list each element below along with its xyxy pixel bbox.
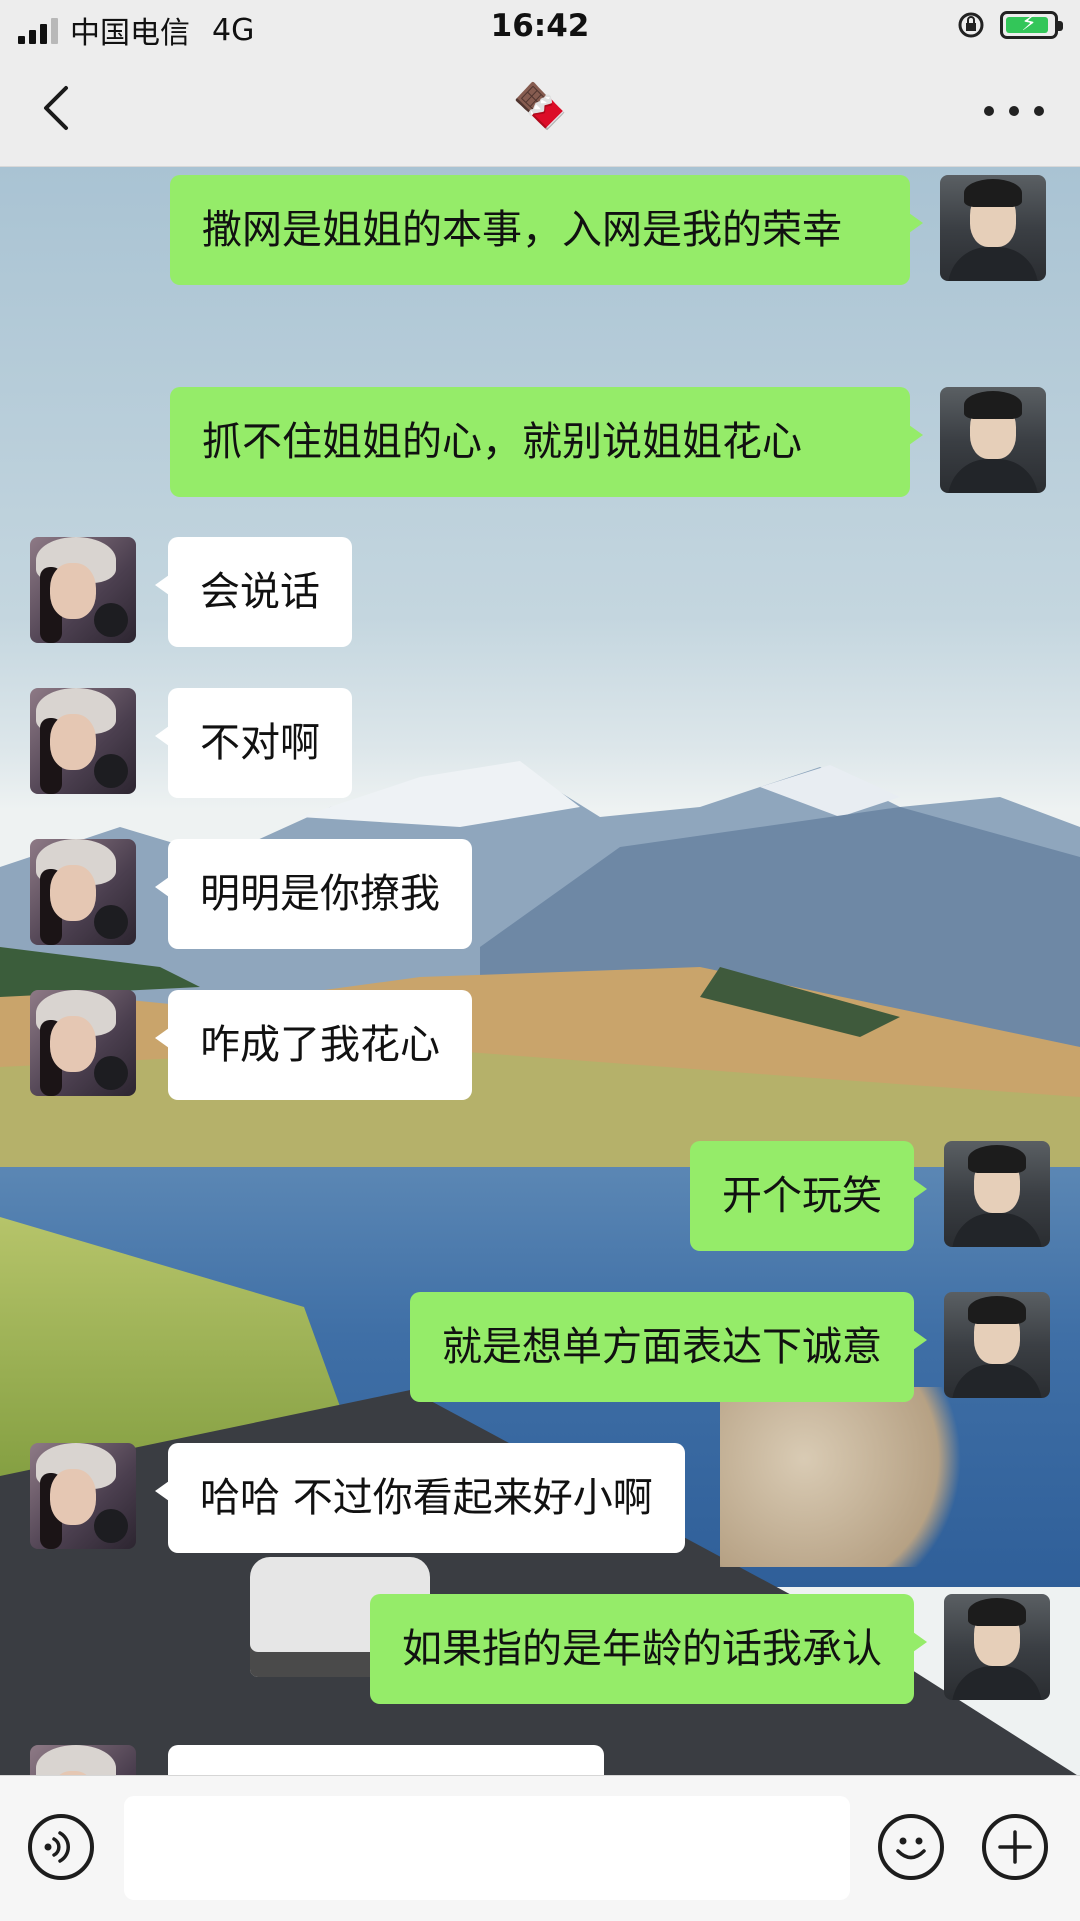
- contact-avatar[interactable]: [30, 990, 136, 1096]
- chat-header: 🍫: [0, 56, 1080, 167]
- orientation-lock-icon: [958, 12, 984, 38]
- message-bubble[interactable]: 就是想单方面表达下诚意: [410, 1292, 927, 1402]
- battery-icon: ⚡: [1000, 11, 1063, 39]
- message-input[interactable]: [124, 1796, 850, 1900]
- status-right: ⚡: [956, 10, 1063, 40]
- my-avatar[interactable]: [940, 175, 1046, 281]
- message-bubble[interactable]: 抓不住姐姐的心，就别说姐姐花心: [170, 387, 923, 497]
- message-bubble[interactable]: 开个玩笑: [690, 1141, 927, 1251]
- plus-button[interactable]: [982, 1814, 1048, 1880]
- contact-avatar[interactable]: [30, 537, 136, 643]
- input-bar: [0, 1775, 1080, 1921]
- message-row: 撒网是姐姐的本事，入网是我的荣幸: [170, 175, 1046, 285]
- message-bubble[interactable]: 不对啊: [155, 688, 352, 798]
- message-bubble[interactable]: 咋成了我花心: [155, 990, 472, 1100]
- clock: 16:42: [490, 8, 590, 44]
- more-dots-icon: [984, 106, 994, 116]
- message-row: 如果指的是年龄的话我承认: [370, 1594, 1050, 1704]
- status-bar: 中国电信 4G 16:42 ⚡: [0, 0, 1080, 56]
- contact-avatar[interactable]: [30, 1745, 136, 1775]
- my-avatar[interactable]: [944, 1594, 1050, 1700]
- emoji-button[interactable]: [878, 1814, 944, 1880]
- more-button[interactable]: [984, 86, 1044, 136]
- message-row: 开个玩笑: [690, 1141, 1050, 1251]
- chat-area[interactable]: 撒网是姐姐的本事，入网是我的荣幸 抓不住姐姐的心，就别说姐姐花心 会说话 不对啊…: [0, 167, 1080, 1775]
- my-avatar[interactable]: [944, 1292, 1050, 1398]
- emoji-icon: [896, 1837, 926, 1860]
- message-row: 咋成了我花心: [30, 990, 472, 1100]
- message-bubble[interactable]: 哈哈 不过你看起来好小啊: [155, 1443, 685, 1553]
- plus-icon: [998, 1830, 1032, 1864]
- message-row-partial: [30, 1745, 604, 1775]
- message-bubble[interactable]: 会说话: [155, 537, 352, 647]
- message-row: 不对啊: [30, 688, 352, 798]
- contact-avatar[interactable]: [30, 839, 136, 945]
- message-bubble[interactable]: 撒网是姐姐的本事，入网是我的荣幸: [170, 175, 923, 285]
- message-row: 哈哈 不过你看起来好小啊: [30, 1443, 685, 1553]
- message-bubble[interactable]: 明明是你撩我: [155, 839, 472, 949]
- message-bubble-partial[interactable]: [168, 1745, 604, 1775]
- message-row: 就是想单方面表达下诚意: [410, 1292, 1050, 1402]
- message-row: 明明是你撩我: [30, 839, 472, 949]
- message-bubble[interactable]: 如果指的是年龄的话我承认: [370, 1594, 927, 1704]
- my-avatar[interactable]: [944, 1141, 1050, 1247]
- message-row: 抓不住姐姐的心，就别说姐姐花心: [170, 387, 1046, 497]
- chat-title: 🍫: [512, 81, 568, 132]
- voice-button[interactable]: [28, 1814, 94, 1880]
- message-row: 会说话: [30, 537, 352, 647]
- contact-avatar[interactable]: [30, 688, 136, 794]
- wallpaper-rocks: [720, 1387, 1000, 1567]
- contact-avatar[interactable]: [30, 1443, 136, 1549]
- voice-icon: [44, 1831, 70, 1863]
- my-avatar[interactable]: [940, 387, 1046, 493]
